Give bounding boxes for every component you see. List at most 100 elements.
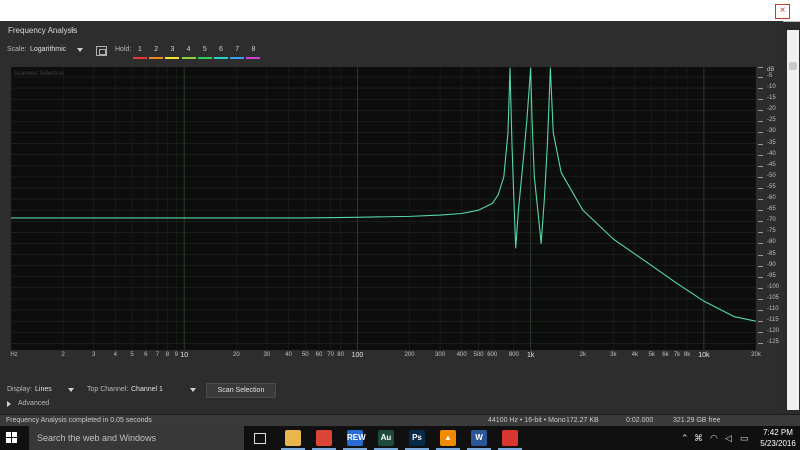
panel-menu-icon[interactable]: ≡	[70, 25, 75, 34]
db-tick-label: -115	[767, 317, 779, 324]
hold-color-bar-1	[133, 57, 147, 59]
hold-slot-6[interactable]: 6	[215, 46, 227, 53]
hz-tick-label: 4k	[631, 352, 639, 358]
hold-slot-3[interactable]: 3	[166, 46, 178, 53]
hz-axis: Hz 2 3 4 5 6 7 8 9 10 20 30 40 50 60 70 80 100 200 300 400 50…	[10, 350, 761, 364]
chevron-down-icon[interactable]	[68, 388, 74, 392]
windows-start-icon[interactable]	[6, 432, 18, 444]
clock-time[interactable]: 7:42 PM	[756, 428, 800, 437]
hz-tick-label: Hz	[10, 352, 18, 358]
hz-tick-label: 5	[130, 352, 134, 358]
db-tick	[758, 343, 763, 345]
hold-slot-2[interactable]: 2	[150, 46, 162, 53]
hz-tick-label: 50	[301, 352, 309, 358]
chevron-up-icon[interactable]: ⌃	[681, 433, 689, 444]
chevron-down-icon[interactable]	[77, 48, 83, 52]
notifications-icon[interactable]: ▭	[740, 433, 749, 444]
db-tick-label: -70	[767, 217, 776, 224]
taskbar: Search the web and Windows REW Au Ps ▲ W ⌃ ⌘…	[0, 426, 800, 450]
plot-legend: Scanned Selection	[14, 71, 65, 77]
hold-slot-5[interactable]: 5	[199, 46, 211, 53]
advanced-toggle[interactable]: Advanced	[18, 400, 49, 407]
hz-tick-label: 9	[174, 352, 178, 358]
db-tick	[758, 221, 763, 223]
top-channel-dropdown[interactable]: Channel 1	[131, 386, 163, 393]
db-tick-label: -120	[767, 328, 780, 335]
hz-tick-label: 300	[435, 352, 446, 358]
display-label: Display:	[7, 386, 32, 393]
hz-tick-label: 3	[91, 352, 96, 358]
hz-tick-label: 2k	[579, 352, 586, 358]
vlc-icon[interactable]: ▲	[440, 430, 456, 446]
search-input[interactable]: Search the web and Windows	[29, 426, 244, 450]
db-tick	[758, 298, 763, 300]
db-tick	[758, 276, 763, 278]
db-tick-label: -110	[767, 306, 779, 313]
chrome-icon[interactable]	[316, 430, 332, 446]
db-tick-label: -85	[767, 250, 776, 257]
db-tick-label: -100	[767, 283, 780, 290]
scrollbar-thumb[interactable]	[789, 62, 797, 70]
db-tick	[758, 243, 763, 245]
wifi-icon[interactable]: ◠	[710, 433, 718, 444]
word-icon[interactable]: W	[471, 430, 487, 446]
db-tick-label: -15	[767, 95, 776, 102]
db-tick	[758, 254, 763, 256]
vertical-scrollbar[interactable]	[787, 30, 799, 410]
hold-color-bar-7	[230, 57, 245, 59]
db-tick-label: -65	[767, 206, 776, 213]
acrobat-icon[interactable]	[502, 430, 518, 446]
chevron-down-icon[interactable]	[190, 388, 196, 392]
hz-tick-label: 5k	[648, 352, 655, 358]
db-tick-label: -10	[767, 84, 776, 91]
hz-tick-label: 2	[61, 352, 65, 358]
db-tick	[758, 210, 763, 212]
db-tick	[758, 287, 763, 289]
db-tick	[758, 310, 763, 312]
hold-slot-7[interactable]: 7	[231, 46, 243, 53]
db-tick	[758, 143, 763, 145]
display-dropdown[interactable]: Lines	[35, 386, 52, 393]
spectrum-line-series-0	[11, 67, 756, 322]
window-top-bar: ×	[0, 0, 800, 22]
hz-tick-label: 1k	[526, 352, 535, 359]
expand-triangle-icon[interactable]	[7, 401, 11, 407]
panel-title: Frequency Analysis	[8, 26, 78, 35]
db-tick	[758, 132, 763, 134]
volume-icon[interactable]: ◁	[725, 433, 732, 444]
db-tick-label: -35	[767, 139, 776, 146]
hz-tick-label: 70	[327, 352, 334, 358]
close-icon[interactable]: ×	[775, 4, 790, 19]
db-tick-label: -50	[767, 172, 776, 179]
scan-selection-button[interactable]: Scan Selection	[206, 383, 276, 398]
db-tick-label: -20	[767, 106, 776, 113]
rew-icon[interactable]: REW	[347, 430, 366, 446]
db-tick-label: -30	[767, 128, 776, 135]
file-explorer-icon[interactable]	[285, 430, 301, 446]
spectrum-plot[interactable]	[11, 67, 756, 350]
hold-slot-1[interactable]: 1	[134, 46, 146, 53]
copy-icon[interactable]	[96, 46, 107, 56]
clock-date[interactable]: 5/23/2016	[756, 439, 800, 448]
task-view-icon[interactable]	[254, 433, 266, 444]
db-tick	[758, 332, 763, 334]
audition-icon[interactable]: Au	[378, 430, 394, 446]
db-tick	[758, 232, 763, 234]
hz-tick-label: 400	[456, 352, 467, 358]
hold-color-bar-6	[214, 57, 228, 59]
db-tick	[758, 187, 763, 189]
search-placeholder: Search the web and Windows	[37, 433, 157, 443]
hold-slot-8[interactable]: 8	[247, 46, 259, 53]
db-tick-label: -125	[767, 339, 780, 346]
status-size: 172.27 KB	[566, 417, 599, 424]
hz-tick-label: 800	[508, 352, 519, 358]
hz-tick-label: 7	[155, 352, 160, 358]
hz-tick-label: 8k	[683, 352, 691, 358]
db-tick-label: -25	[767, 117, 776, 124]
network-icon[interactable]: ⌘	[694, 433, 703, 444]
hz-tick-label: 200	[404, 352, 415, 358]
photoshop-icon[interactable]: Ps	[409, 430, 425, 446]
scale-dropdown[interactable]: Logarithmic	[30, 46, 66, 53]
hz-tick-label: 10k	[698, 352, 710, 359]
hold-slot-4[interactable]: 4	[183, 46, 195, 53]
